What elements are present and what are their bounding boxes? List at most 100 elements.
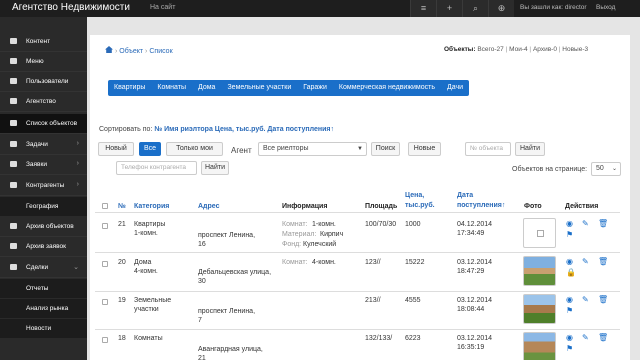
- select-all-checkbox[interactable]: [102, 203, 108, 209]
- edit-icon[interactable]: ✎: [582, 257, 589, 266]
- view-icon[interactable]: ◉: [566, 295, 573, 304]
- edit-icon[interactable]: ✎: [582, 333, 589, 342]
- col-photo: Фото: [524, 203, 542, 210]
- find-phone-button[interactable]: Найти: [201, 161, 229, 175]
- brand-title[interactable]: Агентство Недвижимости: [12, 2, 130, 13]
- sidebar-item-news[interactable]: Новости: [0, 319, 87, 339]
- sort-row: Сортировать по: № Имя риэлтора Цена, тыс…: [99, 126, 334, 133]
- user-icon: [10, 58, 17, 64]
- list-icon: [10, 120, 17, 126]
- only-mine-button[interactable]: Только мои: [166, 142, 223, 156]
- tab-rooms[interactable]: Комнаты: [151, 80, 192, 96]
- trash-icon[interactable]: 🗑: [598, 257, 608, 266]
- chevron-right-icon: ›: [76, 181, 79, 188]
- count-archive[interactable]: Архив-0: [533, 46, 557, 53]
- list-icon: [10, 223, 17, 229]
- row-checkbox[interactable]: [102, 223, 108, 229]
- all-button[interactable]: Все: [139, 142, 161, 156]
- count-new[interactable]: Новые-3: [562, 46, 588, 53]
- sidebar-item-deals[interactable]: Сделки ⌄: [0, 258, 87, 278]
- count-mine[interactable]: Мои-4: [509, 46, 528, 53]
- col-address[interactable]: Адрес: [198, 202, 219, 211]
- row-checkbox[interactable]: [102, 337, 108, 343]
- caret-down-icon: ⌄: [611, 166, 617, 172]
- trash-icon[interactable]: 🗑: [598, 219, 608, 228]
- row-checkbox[interactable]: [102, 299, 108, 305]
- sidebar-item-geography[interactable]: География: [0, 197, 87, 217]
- site-link[interactable]: На сайт: [150, 4, 175, 11]
- agent-select[interactable]: Все риелторы ▼: [258, 142, 367, 156]
- object-number-input[interactable]: № объекта: [465, 142, 511, 156]
- property-photo[interactable]: [523, 332, 556, 360]
- trash-icon[interactable]: 🗑: [598, 295, 608, 304]
- row-divider: [95, 252, 620, 253]
- plus-icon[interactable]: +: [436, 0, 462, 17]
- category-tabs: Квартиры Комнаты Дома Земельные участки …: [108, 80, 470, 96]
- tab-land[interactable]: Земельные участки: [221, 80, 297, 96]
- view-icon[interactable]: ◉: [566, 333, 573, 342]
- search-icon[interactable]: ⌕: [462, 0, 488, 17]
- search-button[interactable]: Поиск: [371, 142, 400, 156]
- flag-icon[interactable]: ⚑: [566, 230, 573, 239]
- sort-options[interactable]: № Имя риэлтора Цена, тыс.руб. Дата посту…: [154, 126, 334, 133]
- tab-dachas[interactable]: Дачи: [441, 80, 469, 96]
- sidebar-item-market-analysis[interactable]: Анализ рынка: [0, 299, 87, 319]
- tab-commercial[interactable]: Коммерческая недвижимость: [333, 80, 441, 96]
- object-counts: Объекты: Всего-27 | Мои-4 | Архив-0 | Но…: [444, 46, 589, 53]
- col-date[interactable]: Дата: [457, 191, 473, 200]
- flag-icon[interactable]: ⚑: [566, 306, 573, 315]
- sidebar-item-tasks[interactable]: Задачи ›: [0, 135, 87, 155]
- breadcrumb-list[interactable]: Список: [149, 48, 172, 55]
- sidebar-item-users[interactable]: Пользователи: [0, 72, 87, 92]
- home-icon[interactable]: [105, 46, 113, 53]
- new-objects-button[interactable]: Новые: [408, 142, 441, 156]
- property-photo[interactable]: [523, 256, 556, 286]
- current-user: Вы зашли как: director: [520, 4, 587, 11]
- users-icon: [10, 182, 17, 188]
- contractor-phone-input[interactable]: Телефон контрагента: [116, 161, 197, 175]
- plus-circle-icon[interactable]: ⊕: [488, 0, 514, 17]
- view-icon[interactable]: ◉: [566, 219, 573, 228]
- row-divider: [95, 291, 620, 292]
- tab-garages[interactable]: Гаражи: [297, 80, 333, 96]
- per-page-select[interactable]: 50 ⌄: [591, 162, 621, 176]
- image-icon: [537, 230, 544, 237]
- col-price-unit[interactable]: тыс.руб.: [405, 201, 435, 210]
- tab-apartments[interactable]: Квартиры: [108, 80, 151, 96]
- photo-placeholder[interactable]: [523, 218, 556, 248]
- col-category[interactable]: Категория: [134, 202, 169, 211]
- edit-icon[interactable]: ✎: [582, 295, 589, 304]
- view-icon[interactable]: ◉: [566, 257, 573, 266]
- flag-icon[interactable]: ⚑: [566, 344, 573, 353]
- sidebar: Контент Меню Пользователи Агентство Спис…: [0, 17, 87, 360]
- breadcrumb-object[interactable]: Объект: [119, 48, 143, 55]
- sidebar-item-menu[interactable]: Меню: [0, 52, 87, 72]
- sidebar-item-content[interactable]: Контент: [0, 32, 87, 52]
- col-price[interactable]: Цена,: [405, 191, 424, 200]
- list-icon: [10, 98, 17, 104]
- property-photo[interactable]: [523, 294, 556, 324]
- new-button[interactable]: Новый: [98, 142, 134, 156]
- trash-icon[interactable]: 🗑: [598, 333, 608, 342]
- sidebar-item-requests[interactable]: Заявки ›: [0, 155, 87, 175]
- logout-link[interactable]: Выход: [596, 4, 615, 11]
- list-icon[interactable]: ≡: [410, 0, 436, 17]
- row-divider: [95, 329, 620, 330]
- sidebar-item-agency[interactable]: Агентство: [0, 92, 87, 112]
- table-divider: [95, 212, 620, 213]
- sidebar-item-contractors[interactable]: Контрагенты ›: [0, 176, 87, 196]
- sidebar-item-requests-archive[interactable]: Архив заявок: [0, 237, 87, 257]
- comment-icon: [10, 243, 17, 249]
- edit-icon[interactable]: ✎: [582, 219, 589, 228]
- col-date-2[interactable]: поступления↑: [457, 201, 505, 210]
- tab-houses[interactable]: Дома: [192, 80, 221, 96]
- row-checkbox[interactable]: [102, 261, 108, 267]
- sidebar-item-reports[interactable]: Отчеты: [0, 279, 87, 299]
- lock-icon[interactable]: 🔒: [566, 268, 576, 277]
- sidebar-item-objects-archive[interactable]: Архив объектов: [0, 217, 87, 237]
- count-total[interactable]: Всего-27: [477, 46, 503, 53]
- find-button[interactable]: Найти: [515, 142, 545, 156]
- sidebar-item-objects-list[interactable]: Список объектов: [0, 114, 87, 134]
- chevron-right-icon: ›: [76, 160, 79, 167]
- col-num[interactable]: №: [118, 202, 126, 211]
